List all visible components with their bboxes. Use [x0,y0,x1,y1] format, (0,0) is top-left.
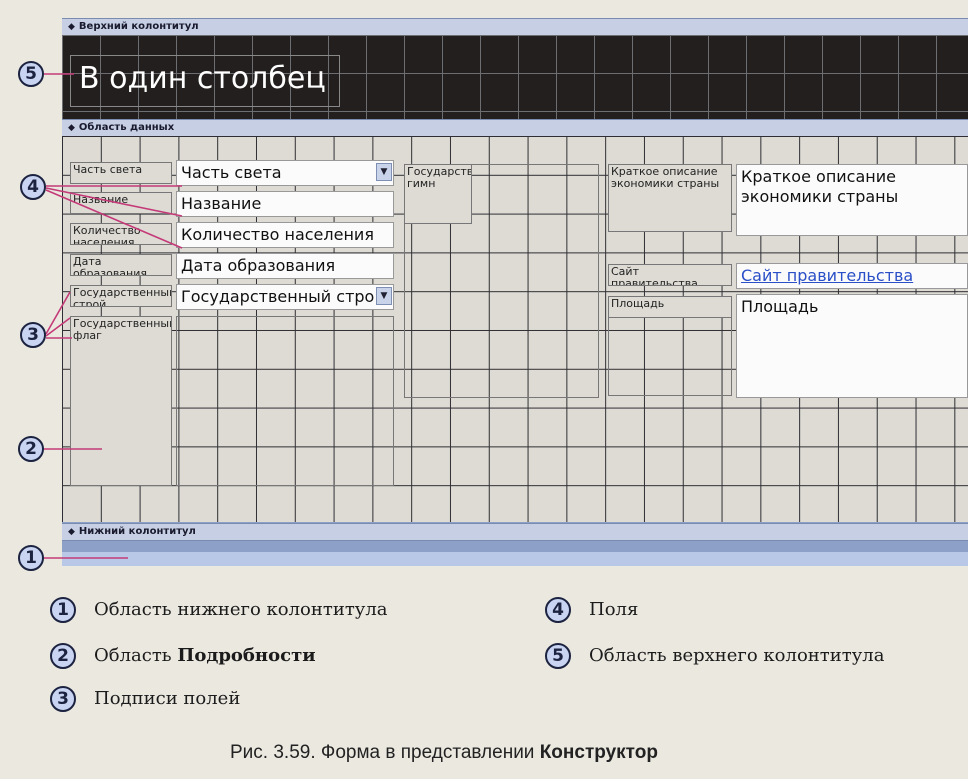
label-website[interactable]: Сайт правительства [608,264,732,286]
label-part-of-world[interactable]: Часть света [70,162,172,184]
legend-text-3: Подписи полей [94,688,241,709]
label-government[interactable]: Государственный строй [70,285,172,307]
field-part-of-world[interactable]: Часть света ▼ [176,160,394,186]
legend-number-5: 5 [545,643,571,669]
legend-number-4: 4 [545,597,571,623]
field-part-of-world-value: Часть света [181,163,282,182]
detail-section[interactable]: Часть света Название Количество населени… [62,136,968,522]
caption-bold-text: Конструктор [539,742,658,763]
header-section[interactable]: В один столбец [62,35,968,119]
figure-caption: Рис. 3.59. Форма в представлении Констру… [230,742,658,764]
callout-5: 5 [18,61,44,87]
footer-band-label: Нижний колонтитул [78,526,196,537]
legend-number-1: 1 [50,597,76,623]
field-flag-image[interactable] [176,316,394,486]
header-band-label: Верхний колонтитул [78,21,199,32]
callout-4: 4 [20,174,46,200]
legend-item-4: 4 Поля [545,597,638,623]
field-government-value: Государственный стро [181,287,375,306]
field-government[interactable]: Государственный стро ▼ [176,284,394,310]
field-population[interactable]: Количество населения [176,222,394,248]
area-label-frame [608,296,732,396]
header-title[interactable]: В один столбец [70,55,340,107]
field-area[interactable]: Площадь [736,294,968,398]
chevron-down-icon[interactable]: ▼ [376,163,392,181]
callout-3: 3 [20,322,46,348]
legend-item-2: 2 Область Подробности [50,643,316,669]
legend-item-1: 1 Область нижнего колонтитула [50,597,388,623]
label-population[interactable]: Количество населения [70,223,172,245]
field-economy[interactable]: Краткое описание экономики страны [736,164,968,236]
callout-2: 2 [18,436,44,462]
detail-band-label: Область данных [78,122,175,133]
collapse-arrow-icon: ◆ [68,123,75,133]
legend-text-1: Область нижнего колонтитула [94,599,388,620]
chevron-down-icon[interactable]: ▼ [376,287,392,305]
field-founded[interactable]: Дата образования [176,253,394,279]
field-anthem-object[interactable] [404,164,599,398]
label-name[interactable]: Название [70,192,172,214]
form-designer: ◆ Верхний колонтитул В один столбец ◆ Обла… [62,18,968,566]
field-name[interactable]: Название [176,191,394,217]
legend-number-2: 2 [50,643,76,669]
header-band-bar[interactable]: ◆ Верхний колонтитул [62,18,968,36]
label-flag[interactable]: Государственный флаг [70,316,172,486]
label-founded[interactable]: Дата образования [70,254,172,276]
legend-item-5: 5 Область верхнего колонтитула [545,643,884,669]
textbook-page: ◆ Верхний колонтитул В один столбец ◆ Обла… [0,0,968,779]
legend-text-5: Область верхнего колонтитула [589,645,885,666]
footer-section[interactable] [62,552,968,566]
collapse-arrow-icon: ◆ [68,22,75,32]
legend-text-4: Поля [589,599,639,620]
detail-band-bar[interactable]: ◆ Область данных [62,119,968,137]
collapse-arrow-icon: ◆ [68,527,75,537]
legend-item-3: 3 Подписи полей [50,686,240,712]
legend-text-2-bold: Подробности [177,645,316,666]
caption-text: Рис. 3.59. Форма в представлении [230,742,540,763]
legend-number-3: 3 [50,686,76,712]
footer-band-bar[interactable]: ◆ Нижний колонтитул [62,523,968,541]
field-website[interactable]: Сайт правительства [736,263,968,289]
label-economy[interactable]: Краткое описание экономики страны [608,164,732,232]
callout-1: 1 [18,545,44,571]
legend-text-2: Область [94,645,178,666]
